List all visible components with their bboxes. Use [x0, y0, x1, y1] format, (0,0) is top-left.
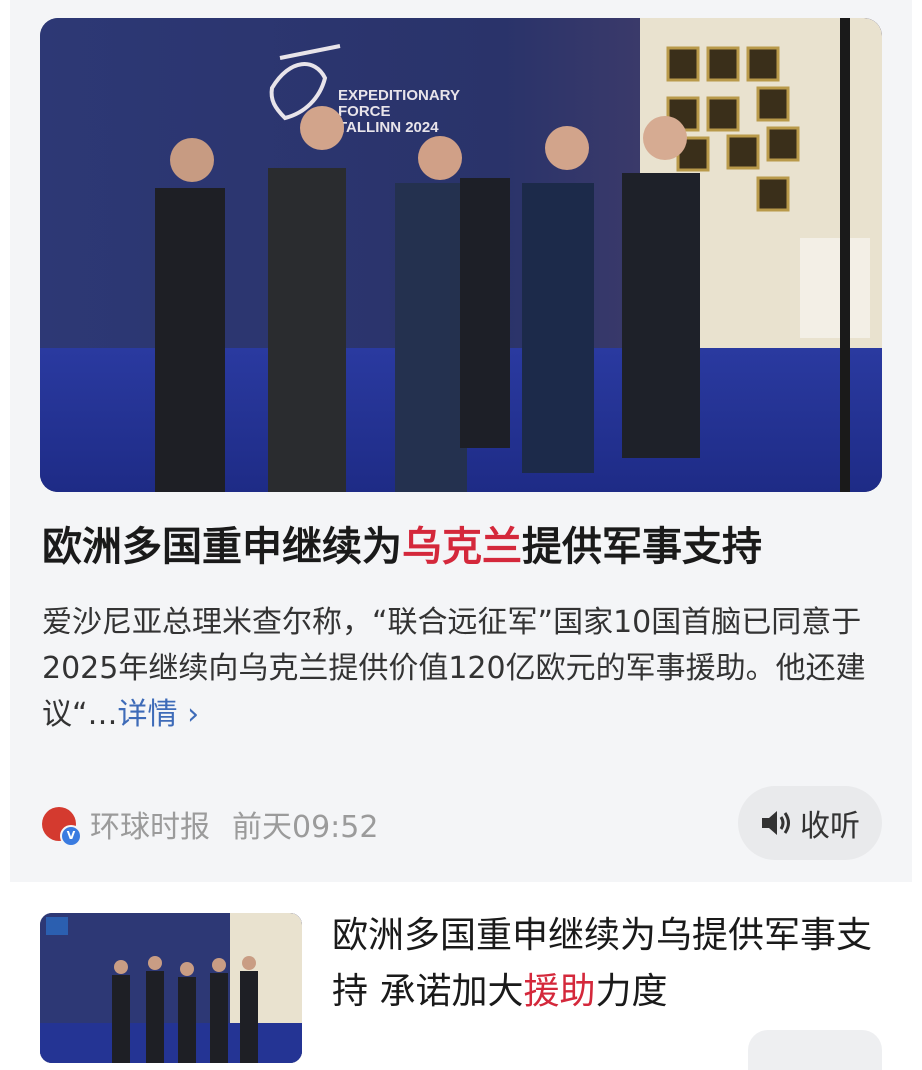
headline-highlight: 乌克兰 [402, 524, 522, 570]
verified-icon: V [60, 825, 82, 847]
svg-text:EXPEDITIONARY: EXPEDITIONARY [338, 87, 460, 104]
svg-text:FORCE: FORCE [338, 103, 391, 120]
more-link[interactable]: 详情 › [118, 697, 200, 732]
source-avatar[interactable]: V [42, 807, 82, 847]
listen-label: 收听 [800, 809, 860, 844]
listen-button[interactable]: 收听 [738, 786, 882, 860]
next-article-thumbnail[interactable] [40, 913, 302, 1063]
article-hero-image[interactable]: EXPEDITIONARY FORCE TALLINN 2024 [40, 18, 882, 492]
next-article-title[interactable]: 欧洲多国重申继续为乌提供军事支持 承诺加大援助力度 [332, 908, 892, 1020]
speaker-icon [762, 811, 790, 835]
next-listen-button[interactable] [748, 1030, 882, 1070]
source-name[interactable]: 环球时报 [90, 802, 210, 846]
publish-time: 前天09:52 [232, 810, 379, 845]
article-summary: 爱沙尼亚总理米查尔称，“联合远征军”国家10国首脑已同意于2025年继续向乌克兰… [42, 605, 866, 732]
article-headline[interactable]: 欧洲多国重申继续为乌克兰提供军事支持 [42, 518, 882, 576]
article-meta: V 环球时报 前天09:52 [42, 800, 378, 848]
next-title-highlight: 援助 [523, 971, 596, 1012]
svg-text:TALLINN 2024: TALLINN 2024 [338, 119, 439, 136]
